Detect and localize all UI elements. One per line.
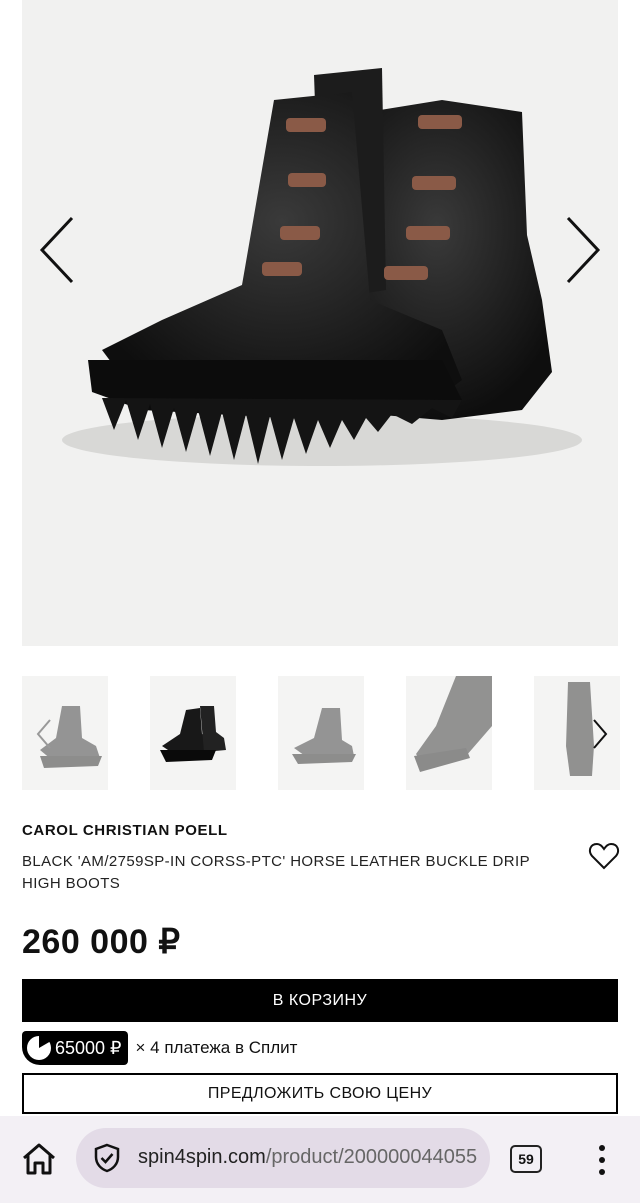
- browser-toolbar: spin4spin.com/product/200000044055 59: [0, 1116, 640, 1203]
- thumbnail-item[interactable]: [278, 676, 364, 790]
- url-text: spin4spin.com/product/200000044055: [138, 1146, 477, 1169]
- brand-name[interactable]: CAROL CHRISTIAN POELL: [22, 822, 228, 839]
- split-payment: 65000 ₽ × 4 платежа в Сплит: [22, 1031, 297, 1065]
- split-badge[interactable]: 65000 ₽: [22, 1031, 128, 1065]
- split-description: × 4 платежа в Сплит: [135, 1038, 298, 1057]
- shield-check-icon[interactable]: [92, 1143, 122, 1173]
- product-title: BLACK 'AM/2759SP-IN CORSS-PTC' HORSE LEA…: [22, 853, 530, 892]
- product-gallery[interactable]: [22, 0, 618, 646]
- thumbnail-prev-arrow-icon[interactable]: [32, 716, 56, 752]
- thumbnail-strip: [22, 676, 620, 792]
- boot-pair-image: [160, 706, 226, 762]
- url-host: spin4spin.com: [138, 1146, 266, 1168]
- gallery-next-arrow-icon[interactable]: [560, 212, 604, 288]
- thumbnail-item-active[interactable]: [150, 676, 236, 790]
- thumbnail-item[interactable]: [406, 676, 492, 790]
- menu-dot: [599, 1157, 605, 1163]
- menu-dot: [599, 1145, 605, 1151]
- url-path: /product/200000044055: [265, 1146, 478, 1168]
- split-logo-icon: [27, 1035, 51, 1060]
- boot-detail-image: [414, 676, 492, 772]
- home-icon[interactable]: [20, 1140, 58, 1178]
- product-main-image[interactable]: [22, 0, 618, 646]
- split-amount: 65000 ₽: [55, 1037, 122, 1058]
- tab-switcher-button[interactable]: 59: [510, 1145, 542, 1173]
- menu-dot: [599, 1169, 605, 1175]
- product-price: 260 000 ₽: [22, 923, 181, 961]
- more-vertical-icon[interactable]: [588, 1140, 616, 1180]
- favorite-heart-icon[interactable]: [588, 840, 620, 872]
- gallery-prev-arrow-icon[interactable]: [36, 212, 80, 288]
- boot-side-image: [292, 708, 356, 764]
- address-bar[interactable]: spin4spin.com/product/200000044055: [76, 1128, 490, 1188]
- offer-price-button[interactable]: ПРЕДЛОЖИТЬ СВОЮ ЦЕНУ: [22, 1073, 618, 1114]
- thumbnail-next-arrow-icon[interactable]: [588, 716, 612, 752]
- add-to-cart-button[interactable]: В КОРЗИНУ: [22, 979, 618, 1022]
